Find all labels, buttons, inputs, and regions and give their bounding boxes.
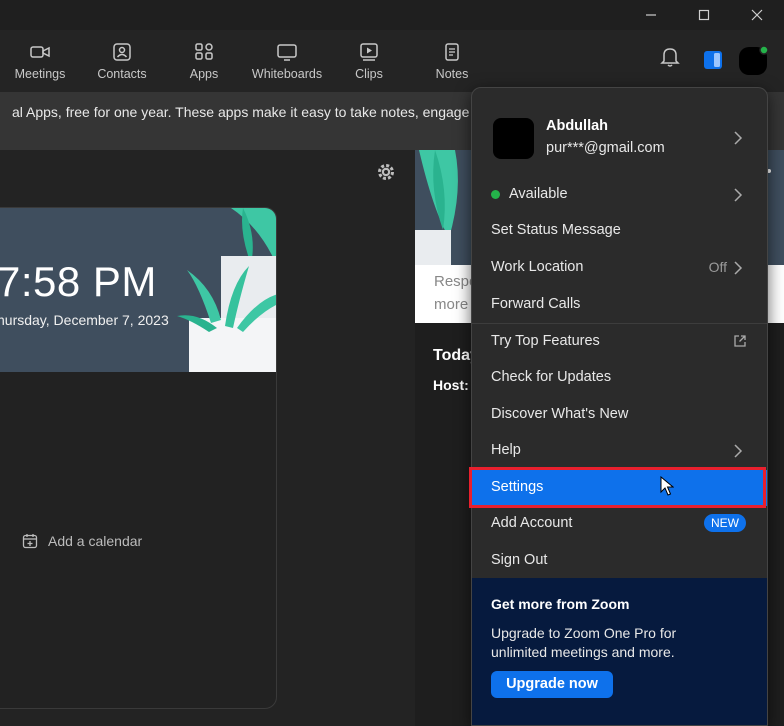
minimize-button[interactable] xyxy=(628,0,674,30)
calendar-add-icon xyxy=(22,534,38,549)
side-panel-toggle[interactable] xyxy=(703,50,723,75)
title-bar xyxy=(0,0,784,30)
menu-item-label: Help xyxy=(491,442,521,458)
apps-icon xyxy=(195,43,213,60)
menu-item-add-account[interactable]: Add Account NEW xyxy=(472,506,767,542)
add-calendar-label: Add a calendar xyxy=(48,533,143,549)
upgrade-now-button[interactable]: Upgrade now xyxy=(491,671,613,698)
menu-item-set-status[interactable]: Set Status Message xyxy=(472,213,767,249)
external-link-icon xyxy=(734,335,746,347)
profile-email: pur***@gmail.com xyxy=(546,140,665,156)
chevron-right-icon xyxy=(734,188,743,202)
avatar-icon xyxy=(739,45,769,75)
menu-item-label: Discover What's New xyxy=(491,406,629,422)
avatar xyxy=(493,118,534,159)
add-calendar-button[interactable]: Add a calendar xyxy=(22,533,142,549)
minimize-icon xyxy=(646,14,656,16)
nav-label: Contacts xyxy=(97,67,147,81)
nav-label: Meetings xyxy=(14,67,66,81)
menu-item-help[interactable]: Help xyxy=(472,433,767,469)
settings-highlight-box xyxy=(469,467,766,508)
nav-label: Whiteboards xyxy=(251,67,323,81)
nav-label: Notes xyxy=(435,67,469,81)
clock-hero: 7:58 PM hursday, December 7, 2023 xyxy=(0,208,276,372)
host-label: Host: xyxy=(433,377,469,393)
menu-item-whats-new[interactable]: Discover What's New xyxy=(472,397,767,433)
nav-apps[interactable]: Apps xyxy=(164,38,244,81)
gear-icon xyxy=(378,164,394,180)
nav-notes[interactable]: Notes xyxy=(412,38,492,81)
video-camera-icon xyxy=(30,46,50,58)
work-location-value: Off xyxy=(708,259,727,275)
profile-avatar-button[interactable] xyxy=(738,45,769,81)
nav-contacts[interactable]: Contacts xyxy=(82,38,162,81)
nav-whiteboards[interactable]: Whiteboards xyxy=(247,38,327,81)
nav-meetings[interactable]: Meetings xyxy=(0,38,80,81)
menu-item-label: Work Location xyxy=(491,259,584,275)
profile-header[interactable]: Abdullah pur***@gmail.com xyxy=(472,88,767,180)
clips-icon xyxy=(360,43,378,61)
menu-item-label: Check for Updates xyxy=(491,369,612,385)
menu-item-label: Set Status Message xyxy=(491,222,621,238)
right-strip-line2: more xyxy=(434,296,469,313)
menu-item-label: Available xyxy=(509,186,568,202)
maximize-button[interactable] xyxy=(681,0,727,30)
menu-item-sign-out[interactable]: Sign Out xyxy=(472,543,767,579)
contacts-icon xyxy=(113,43,131,61)
menu-item-forward-calls[interactable]: Forward Calls xyxy=(472,287,767,323)
menu-item-try-top-features[interactable]: Try Top Features xyxy=(472,324,767,360)
menu-item-label: Forward Calls xyxy=(491,296,581,312)
close-button[interactable] xyxy=(734,0,780,30)
chevron-right-icon xyxy=(734,444,743,458)
current-time: 7:58 PM xyxy=(0,258,157,305)
nav-label: Clips xyxy=(355,67,383,81)
clock-card: 7:58 PM hursday, December 7, 2023 xyxy=(0,207,277,709)
panel-toggle-icon xyxy=(704,51,722,69)
close-icon xyxy=(751,9,763,21)
notes-icon xyxy=(445,43,459,61)
profile-menu: Abdullah pur***@gmail.com Available Set … xyxy=(471,87,768,726)
upgrade-promo: Get more from Zoom Upgrade to Zoom One P… xyxy=(472,578,767,725)
menu-item-check-updates[interactable]: Check for Updates xyxy=(472,360,767,396)
nav-clips[interactable]: Clips xyxy=(329,38,409,81)
promo-title: Get more from Zoom xyxy=(491,596,630,612)
notifications-button[interactable] xyxy=(660,46,680,73)
nav-label: Apps xyxy=(189,67,219,81)
menu-item-label: Add Account xyxy=(491,515,573,531)
promo-body: Upgrade to Zoom One Pro for unlimited me… xyxy=(491,625,677,660)
menu-item-status[interactable]: Available xyxy=(472,177,767,213)
mouse-cursor-icon xyxy=(660,475,675,501)
home-settings-button[interactable] xyxy=(376,162,396,187)
menu-item-label: Try Top Features xyxy=(491,333,600,349)
chevron-right-icon xyxy=(734,131,743,145)
profile-name: Abdullah xyxy=(546,118,609,134)
whiteboard-icon xyxy=(277,44,297,61)
chevron-right-icon xyxy=(734,261,743,275)
new-badge: NEW xyxy=(704,514,746,532)
menu-item-work-location[interactable]: Work Location Off xyxy=(472,250,767,286)
current-date: hursday, December 7, 2023 xyxy=(0,312,169,328)
maximize-icon xyxy=(698,9,710,21)
status-dot-icon xyxy=(491,190,500,199)
banner-text: al Apps, free for one year. These apps m… xyxy=(12,104,489,120)
top-nav: Meetings Contacts Apps Whiteboards Clips… xyxy=(0,30,784,92)
menu-item-label: Sign Out xyxy=(491,552,548,568)
bell-icon xyxy=(660,48,680,67)
